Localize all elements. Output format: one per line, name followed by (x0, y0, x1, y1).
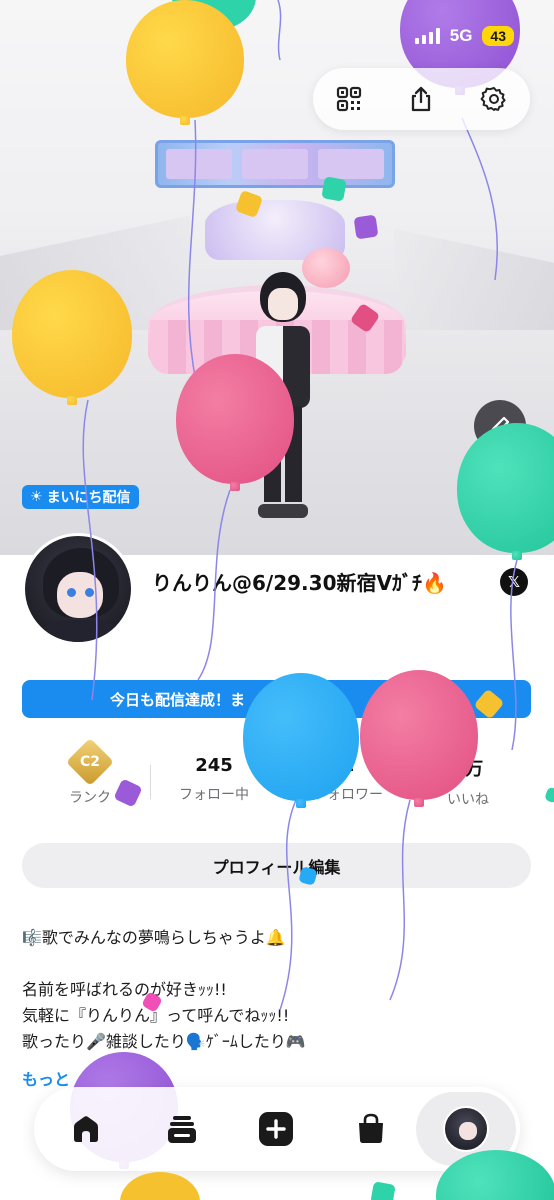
confetti-piece (543, 786, 554, 804)
decor-shelf (155, 140, 395, 188)
daily-stream-tag: ☀ まいにち配信 (22, 485, 139, 509)
bio-line: 名前を呼ばれるのが好きｯｯ!! (22, 980, 227, 999)
share-icon (412, 86, 431, 112)
settings-button[interactable] (472, 77, 516, 121)
avatar (443, 1106, 489, 1152)
streak-banner-text: 今日も配信達成！ま 26 (110, 690, 416, 709)
tab-shop[interactable] (343, 1101, 399, 1157)
pencil-icon (490, 416, 510, 436)
tab-create[interactable] (248, 1101, 304, 1157)
profile-stats: C2 ランク 245 フォロー中 1 フォロワー 9万 いいね (22, 737, 532, 810)
rank-badge-icon: C2 (65, 737, 115, 787)
3d-avatar-character[interactable] (246, 268, 318, 530)
following-count: 245 (195, 755, 233, 776)
confetti-piece (370, 1181, 396, 1200)
tab-timeline[interactable] (154, 1101, 210, 1157)
cards-stack-icon (168, 1116, 196, 1143)
bio-line: 気軽に『りんりん』って呼んでねｯｯ!! (22, 1006, 290, 1025)
likes-count: 9万 (452, 759, 484, 780)
battery-badge: 43 (482, 26, 514, 46)
edit-profile-button[interactable]: プロフィール編集 (22, 843, 531, 888)
profile-bio: 🎼歌でみんなの夢鳴らしちゃうよ🔔 名前を呼ばれるのが好きｯｯ!! 気軽に『りんり… (22, 925, 532, 1055)
profile-avatar[interactable] (22, 533, 134, 645)
followers-count: 1 (341, 755, 355, 776)
followers-label: フォロワー (313, 787, 383, 803)
qr-code-icon (337, 86, 362, 112)
shopping-bag-icon (359, 1113, 383, 1143)
likes-label: いいね (447, 792, 489, 808)
gear-icon (480, 87, 506, 111)
likes-stat[interactable]: 9万 いいね (418, 755, 518, 809)
bottom-tab-bar (34, 1087, 520, 1171)
stats-divider (150, 765, 151, 799)
tab-my-profile[interactable] (416, 1092, 516, 1166)
plus-icon (259, 1112, 293, 1146)
streak-banner[interactable]: 今日も配信達成！ま 26 (22, 680, 531, 718)
followers-stat[interactable]: 1 フォロワー (298, 755, 398, 804)
edit-room-button[interactable] (474, 400, 526, 452)
status-bar: 5G 43 (414, 26, 514, 46)
display-name: りんりん@6/29.30新宿Vｶﾞﾁ🔥 (152, 571, 447, 595)
profile-toolbar (313, 68, 530, 130)
following-stat[interactable]: 245 フォロー中 (164, 755, 264, 804)
daily-stream-label: まいにち配信 (46, 490, 131, 506)
following-label: フォロー中 (179, 787, 249, 803)
signal-icon (414, 28, 440, 44)
bio-more-link[interactable]: もっと (22, 1066, 70, 1090)
bio-line: 歌ったり🎤雑談したり🗣️ｹﾞｰﾑしたり🎮 (22, 1032, 306, 1051)
rank-stat[interactable]: C2 ランク (60, 737, 120, 807)
x-social-icon[interactable]: 𝕏 (500, 568, 528, 596)
network-label: 5G (449, 26, 473, 45)
bio-line: 🎼歌でみんなの夢鳴らしちゃうよ🔔 (22, 928, 286, 947)
home-icon (74, 1116, 98, 1142)
rank-label: ランク (69, 790, 111, 806)
tab-home[interactable] (58, 1101, 114, 1157)
sun-icon: ☀ (30, 489, 43, 505)
share-button[interactable] (399, 77, 443, 121)
qr-code-button[interactable] (327, 77, 371, 121)
balloon-yellow-bottom (120, 1172, 200, 1200)
